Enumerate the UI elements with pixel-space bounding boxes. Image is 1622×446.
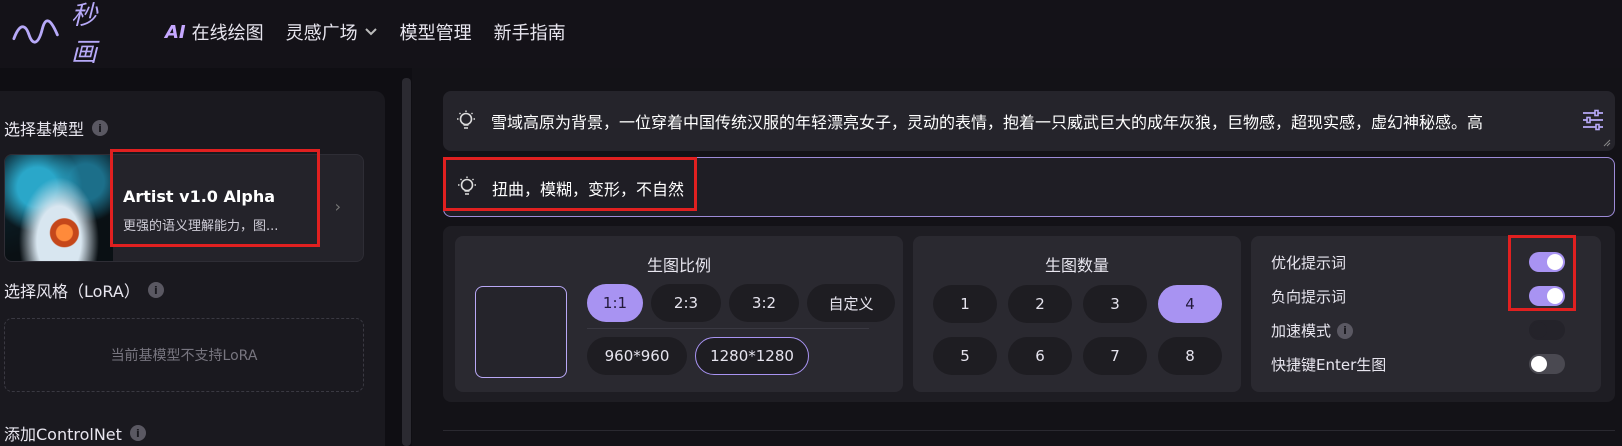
top-nav-bar: 秒画 AI 在线绘图 灵感广场 模型管理 新手指南 [0, 0, 1622, 68]
info-icon[interactable]: i [92, 120, 109, 136]
chevron-right-icon: › [334, 197, 341, 216]
lora-empty-text: 当前基模型不支持LoRA [110, 348, 258, 364]
toggle-row-speed: 加速模式 i [1271, 320, 1354, 341]
ratio-option-3-2[interactable]: 3:2 [729, 284, 799, 322]
nav-online-draw[interactable]: AI 在线绘图 [165, 19, 264, 45]
nav-model-management-label: 模型管理 [399, 23, 472, 44]
ratio-option-custom[interactable]: 自定义 [807, 284, 895, 322]
count-option-5[interactable]: 5 [933, 337, 997, 375]
base-model-title: 选择基模型 [4, 120, 85, 139]
count-option-6[interactable]: 6 [1008, 337, 1072, 375]
lightbulb-icon [457, 110, 475, 129]
ratio-preview [475, 286, 567, 378]
brand-name: 秒画 [70, 1, 98, 68]
count-option-3[interactable]: 3 [1083, 285, 1147, 323]
ratio-panel: 生图比例 1:1 2:3 3:2 自定义 960*960 1280*1280 [455, 236, 903, 392]
chevron-down-icon [364, 28, 377, 36]
controlnet-section-title: 添加ControlNet i [4, 421, 146, 445]
ratio-option-2-3[interactable]: 2:3 [651, 284, 721, 322]
lightbulb-icon [458, 176, 476, 195]
size-option-1280[interactable]: 1280*1280 [695, 337, 809, 375]
toggle-enter-shortcut[interactable] [1529, 354, 1565, 374]
count-option-4[interactable]: 4 [1158, 285, 1222, 323]
count-option-7[interactable]: 7 [1083, 337, 1147, 375]
count-option-8[interactable]: 8 [1158, 337, 1222, 375]
negative-prompt-input[interactable]: 扭曲，模糊，变形，不自然 [443, 157, 1615, 217]
nav-ai-label: AI [165, 21, 186, 43]
sliders-settings-icon[interactable] [1581, 109, 1605, 131]
lora-empty-box: 当前基模型不支持LoRA [4, 318, 364, 392]
info-icon[interactable]: i [1337, 322, 1354, 339]
lora-title: 选择风格（LoRA） [4, 282, 140, 301]
toggle-row-optimize: 优化提示词 [1271, 252, 1346, 273]
toggle-negative-prompt[interactable] [1529, 286, 1565, 306]
prompt-text: 雪域高原为背景，一位穿着中国传统汉服的年轻漂亮女子，灵动的表情，抱着一只威武巨大… [491, 113, 1484, 132]
info-icon[interactable]: i [147, 282, 164, 298]
count-title: 生图数量 [1044, 256, 1109, 275]
generation-options: 生图比例 1:1 2:3 3:2 自定义 960*960 1280*1280 生… [443, 226, 1615, 402]
ratio-title: 生图比例 [646, 256, 711, 275]
nav-online-draw-label: 在线绘图 [191, 23, 264, 44]
base-model-card[interactable]: Artist v1.0 Alpha 更强的语义理解能力，图... › [4, 154, 364, 262]
resize-handle-icon[interactable] [1603, 139, 1611, 147]
nav-inspiration-label: 灵感广场 [285, 23, 358, 44]
toggle-row-negative: 负向提示词 [1271, 286, 1346, 307]
count-panel: 生图数量 1 2 3 4 5 6 7 8 [913, 236, 1241, 392]
ratio-divider [587, 328, 869, 329]
nav-model-management[interactable]: 模型管理 [400, 19, 472, 45]
nav-inspiration[interactable]: 灵感广场 [286, 19, 378, 45]
model-name: Artist v1.0 Alpha [123, 187, 275, 206]
nav-guide-label: 新手指南 [493, 23, 566, 44]
wave-logo-icon [12, 19, 59, 44]
lora-section-title: 选择风格（LoRA） i [4, 278, 164, 302]
size-option-960[interactable]: 960*960 [587, 337, 687, 375]
info-icon[interactable]: i [129, 425, 146, 441]
count-option-1[interactable]: 1 [933, 285, 997, 323]
count-option-2[interactable]: 2 [1008, 285, 1072, 323]
toggle-label-speed: 加速模式 [1271, 322, 1332, 340]
toggle-row-enter: 快捷键Enter生图 [1271, 354, 1386, 375]
toggle-label-enter: 快捷键Enter生图 [1271, 356, 1387, 374]
model-thumbnail [5, 155, 113, 261]
left-settings-panel [0, 91, 385, 446]
divider [443, 430, 1615, 431]
model-description: 更强的语义理解能力，图... [123, 219, 279, 234]
negative-prompt-text: 扭曲，模糊，变形，不自然 [492, 180, 685, 199]
prompt-input[interactable]: 雪域高原为背景，一位穿着中国传统汉服的年轻漂亮女子，灵动的表情，抱着一只威武巨大… [443, 91, 1615, 151]
main-nav: AI 在线绘图 灵感广场 模型管理 新手指南 [165, 16, 566, 48]
toggle-speed-mode[interactable] [1529, 320, 1565, 340]
base-model-section-title: 选择基模型 i [4, 116, 109, 140]
toggle-optimize-prompt[interactable] [1529, 252, 1565, 272]
toggles-panel: 优化提示词 负向提示词 加速模式 i 快捷键Enter生图 [1251, 236, 1601, 392]
toggle-label-negative: 负向提示词 [1271, 288, 1347, 306]
nav-guide[interactable]: 新手指南 [494, 19, 566, 45]
controlnet-title: 添加ControlNet [4, 425, 122, 444]
ratio-option-1-1[interactable]: 1:1 [587, 284, 643, 322]
toggle-label-optimize: 优化提示词 [1271, 254, 1347, 272]
brand-logo[interactable]: 秒画 [12, 1, 122, 68]
panel-scrollbar[interactable] [402, 78, 411, 446]
